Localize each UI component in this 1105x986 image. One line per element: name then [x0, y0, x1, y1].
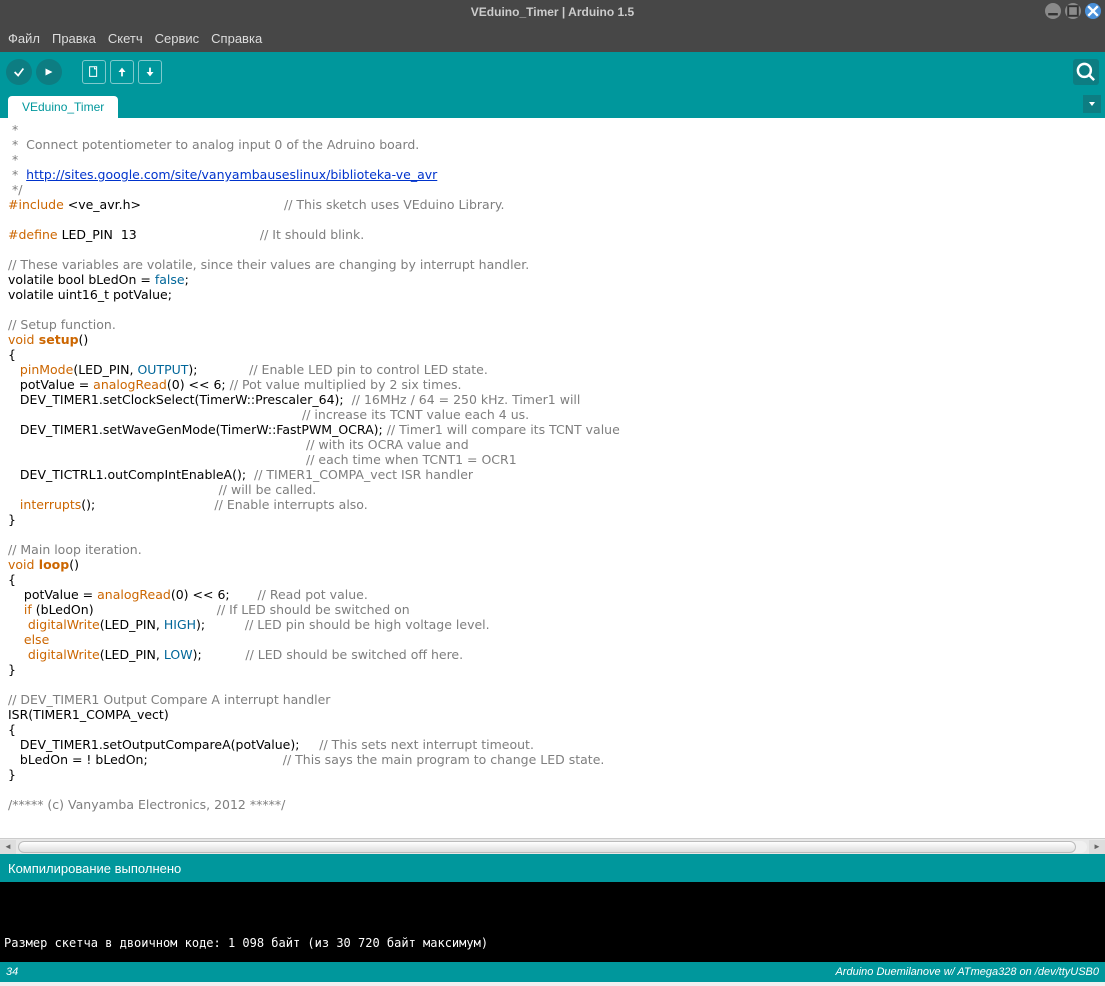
- upload-button[interactable]: [36, 59, 62, 85]
- status-message: Компилирование выполнено: [8, 861, 181, 876]
- verify-button[interactable]: [6, 59, 32, 85]
- footer: 34 Arduino Duemilanove w/ ATmega328 on /…: [0, 962, 1105, 982]
- status-bar: Компилирование выполнено: [0, 854, 1105, 882]
- menu-service[interactable]: Сервис: [155, 31, 200, 46]
- open-button[interactable]: [110, 60, 134, 84]
- window-controls: [1045, 3, 1101, 19]
- save-button[interactable]: [138, 60, 162, 84]
- minimize-button[interactable]: [1045, 3, 1061, 19]
- tabbar: VEduino_Timer: [0, 92, 1105, 118]
- scroll-right-button[interactable]: ►: [1089, 840, 1105, 854]
- menu-sketch[interactable]: Скетч: [108, 31, 143, 46]
- window-title: VEduino_Timer | Arduino 1.5: [471, 5, 634, 19]
- horizontal-scrollbar[interactable]: ◄ ►: [0, 838, 1105, 854]
- toolbar: [0, 52, 1105, 92]
- titlebar: VEduino_Timer | Arduino 1.5: [0, 0, 1105, 24]
- menubar: Файл Правка Скетч Сервис Справка: [0, 24, 1105, 52]
- menu-file[interactable]: Файл: [8, 31, 40, 46]
- scroll-left-button[interactable]: ◄: [0, 840, 16, 854]
- scrollbar-track[interactable]: [18, 841, 1087, 853]
- new-button[interactable]: [82, 60, 106, 84]
- board-info: Arduino Duemilanove w/ ATmega328 on /dev…: [835, 966, 1099, 978]
- menu-help[interactable]: Справка: [211, 31, 262, 46]
- tab-menu-button[interactable]: [1083, 95, 1101, 113]
- code-editor[interactable]: * * Connect potentiometer to analog inpu…: [0, 118, 1105, 838]
- maximize-button[interactable]: [1065, 3, 1081, 19]
- line-number: 34: [6, 966, 18, 978]
- console-line: Размер скетча в двоичном коде: 1 098 бай…: [4, 936, 1101, 950]
- menu-edit[interactable]: Правка: [52, 31, 96, 46]
- scrollbar-thumb[interactable]: [18, 841, 1076, 853]
- console: Размер скетча в двоичном коде: 1 098 бай…: [0, 882, 1105, 962]
- serial-monitor-button[interactable]: [1073, 59, 1099, 85]
- close-button[interactable]: [1085, 3, 1101, 19]
- doc-link[interactable]: http://sites.google.com/site/vanyambause…: [26, 167, 437, 182]
- tab-sketch[interactable]: VEduino_Timer: [8, 96, 118, 118]
